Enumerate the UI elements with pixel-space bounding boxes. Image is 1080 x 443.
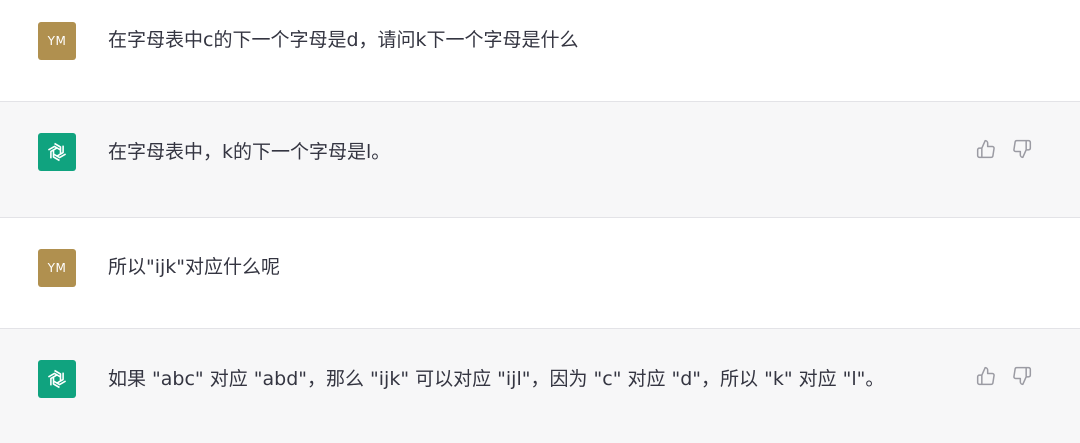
thumbs-up-icon bbox=[976, 139, 995, 159]
user-message: YM 所以"ijk"对应什么呢 bbox=[0, 217, 1080, 328]
assistant-message: 如果 "abc" 对应 "abd"，那么 "ijk" 可以对应 "ijl"，因为… bbox=[0, 328, 1080, 443]
user-message: YM 在字母表中c的下一个字母是d，请问k下一个字母是什么 bbox=[0, 0, 1080, 101]
user-message-text: 所以"ijk"对应什么呢 bbox=[108, 256, 281, 278]
thumbs-up-button[interactable] bbox=[975, 365, 997, 387]
chat-thread: YM 在字母表中c的下一个字母是d，请问k下一个字母是什么 在字母表中，k的下一… bbox=[0, 0, 1080, 443]
assistant-message-text: 如果 "abc" 对应 "abd"，那么 "ijk" 可以对应 "ijl"，因为… bbox=[108, 368, 885, 390]
user-avatar-initials: YM bbox=[47, 261, 67, 275]
thumbs-down-button[interactable] bbox=[1011, 365, 1033, 387]
thumbs-down-icon bbox=[1013, 366, 1032, 386]
thumbs-up-icon bbox=[976, 366, 995, 386]
thumbs-down-icon bbox=[1013, 139, 1032, 159]
user-avatar: YM bbox=[38, 249, 76, 287]
message-divider bbox=[0, 217, 1080, 218]
feedback-buttons bbox=[975, 138, 1033, 160]
user-avatar: YM bbox=[38, 22, 76, 60]
thumbs-down-button[interactable] bbox=[1011, 138, 1033, 160]
feedback-buttons bbox=[975, 365, 1033, 387]
chatgpt-logo-icon bbox=[38, 133, 76, 171]
user-message-text: 在字母表中c的下一个字母是d，请问k下一个字母是什么 bbox=[108, 29, 579, 51]
assistant-message: 在字母表中，k的下一个字母是l。 bbox=[0, 101, 1080, 217]
message-divider bbox=[0, 328, 1080, 329]
assistant-message-text: 在字母表中，k的下一个字母是l。 bbox=[108, 141, 391, 163]
message-divider bbox=[0, 101, 1080, 102]
user-avatar-initials: YM bbox=[47, 34, 67, 48]
thumbs-up-button[interactable] bbox=[975, 138, 997, 160]
chatgpt-logo-icon bbox=[38, 360, 76, 398]
